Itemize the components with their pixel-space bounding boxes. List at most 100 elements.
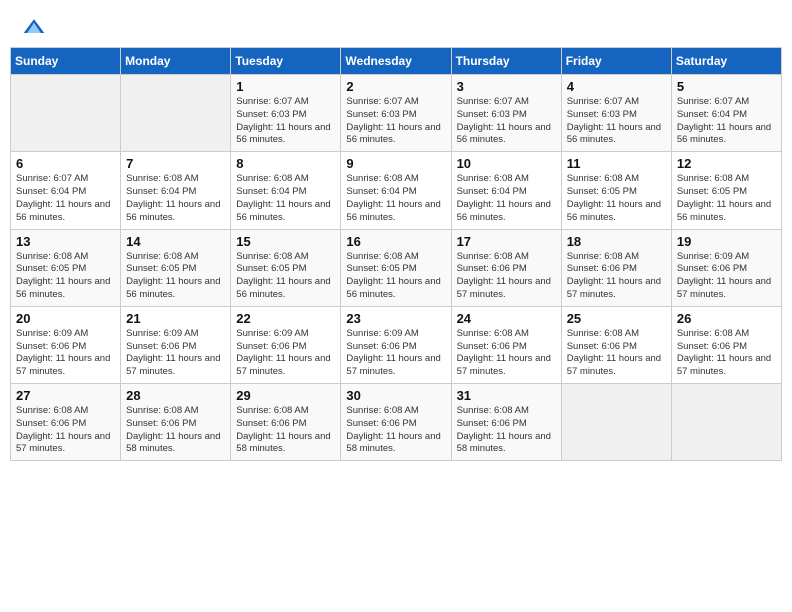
day-number: 28 [126, 388, 225, 403]
day-info: Sunrise: 6:07 AMSunset: 6:04 PMDaylight:… [16, 173, 115, 224]
calendar-cell: 14Sunrise: 6:08 AMSunset: 6:05 PMDayligh… [121, 229, 231, 306]
logo [22, 18, 50, 39]
calendar-cell: 10 Sunrise: 6:08 AMSunset: 6:04 PMDayligh… [451, 152, 561, 229]
day-number: 31 [457, 388, 556, 403]
day-of-week-header: Wednesday [341, 48, 451, 75]
day-info: Sunrise: 6:08 AMSunset: 6:06 PMDaylight:… [567, 251, 666, 302]
day-number: 14 [126, 234, 225, 249]
calendar-cell: 18 Sunrise: 6:08 AMSunset: 6:06 PMDayligh… [561, 229, 671, 306]
day-number: 8 [236, 156, 335, 171]
calendar-cell: 17 Sunrise: 6:08 AMSunset: 6:06 PMDayligh… [451, 229, 561, 306]
calendar-week-row: 20 Sunrise: 6:09 AMSunset: 6:06 PMDayligh… [11, 306, 782, 383]
calendar-cell: 7 Sunrise: 6:08 AMSunset: 6:04 PMDaylight… [121, 152, 231, 229]
day-info: Sunrise: 6:08 AMSunset: 6:05 PMDaylight:… [567, 173, 666, 224]
day-info: Sunrise: 6:08 AMSunset: 6:05 PMDaylight:… [346, 251, 445, 302]
calendar-cell: 25 Sunrise: 6:08 AMSunset: 6:06 PMDayligh… [561, 306, 671, 383]
calendar-week-row: 6 Sunrise: 6:07 AMSunset: 6:04 PMDaylight… [11, 152, 782, 229]
day-info: Sunrise: 6:08 AMSunset: 6:04 PMDaylight:… [126, 173, 225, 224]
day-info: Sunrise: 6:08 AMSunset: 6:05 PMDaylight:… [236, 251, 335, 302]
day-number: 7 [126, 156, 225, 171]
calendar-cell: 31Sunrise: 6:08 AMSunset: 6:06 PMDayligh… [451, 384, 561, 461]
calendar-cell: 27 Sunrise: 6:08 AMSunset: 6:06 PMDayligh… [11, 384, 121, 461]
day-of-week-header: Saturday [671, 48, 781, 75]
day-number: 9 [346, 156, 445, 171]
calendar-cell: 1Sunrise: 6:07 AMSunset: 6:03 PMDaylight… [231, 75, 341, 152]
day-info: Sunrise: 6:07 AMSunset: 6:04 PMDaylight:… [677, 96, 776, 147]
day-info: Sunrise: 6:09 AMSunset: 6:06 PMDaylight:… [16, 328, 115, 379]
day-info: Sunrise: 6:08 AMSunset: 6:06 PMDaylight:… [567, 328, 666, 379]
calendar-table: SundayMondayTuesdayWednesdayThursdayFrid… [10, 47, 782, 461]
day-number: 15 [236, 234, 335, 249]
day-info: Sunrise: 6:09 AMSunset: 6:06 PMDaylight:… [236, 328, 335, 379]
calendar-cell: 22 Sunrise: 6:09 AMSunset: 6:06 PMDayligh… [231, 306, 341, 383]
calendar-cell: 15 Sunrise: 6:08 AMSunset: 6:05 PMDayligh… [231, 229, 341, 306]
calendar-cell: 30 Sunrise: 6:08 AMSunset: 6:06 PMDayligh… [341, 384, 451, 461]
day-info: Sunrise: 6:08 AMSunset: 6:05 PMDaylight:… [677, 173, 776, 224]
day-info: Sunrise: 6:08 AMSunset: 6:06 PMDaylight:… [457, 328, 556, 379]
day-number: 6 [16, 156, 115, 171]
day-number: 18 [567, 234, 666, 249]
calendar-cell: 29Sunrise: 6:08 AMSunset: 6:06 PMDayligh… [231, 384, 341, 461]
calendar-cell: 2 Sunrise: 6:07 AMSunset: 6:03 PMDaylight… [341, 75, 451, 152]
day-number: 4 [567, 79, 666, 94]
day-info: Sunrise: 6:07 AMSunset: 6:03 PMDaylight:… [567, 96, 666, 147]
day-info: Sunrise: 6:08 AMSunset: 6:06 PMDaylight:… [346, 405, 445, 456]
calendar-cell: 8 Sunrise: 6:08 AMSunset: 6:04 PMDaylight… [231, 152, 341, 229]
day-info: Sunrise: 6:08 AMSunset: 6:06 PMDaylight:… [457, 251, 556, 302]
day-number: 26 [677, 311, 776, 326]
day-number: 25 [567, 311, 666, 326]
day-info: Sunrise: 6:08 AMSunset: 6:06 PMDaylight:… [126, 405, 225, 456]
calendar-cell: 19Sunrise: 6:09 AMSunset: 6:06 PMDayligh… [671, 229, 781, 306]
day-number: 12 [677, 156, 776, 171]
calendar-cell: 20 Sunrise: 6:09 AMSunset: 6:06 PMDayligh… [11, 306, 121, 383]
day-number: 5 [677, 79, 776, 94]
day-info: Sunrise: 6:08 AMSunset: 6:04 PMDaylight:… [346, 173, 445, 224]
calendar-cell [561, 384, 671, 461]
calendar-week-row: 13 Sunrise: 6:08 AMSunset: 6:05 PMDayligh… [11, 229, 782, 306]
calendar-week-row: 1 Sunrise: 6:07 AMSunset: 6:03 PMDaylight… [11, 75, 782, 152]
day-info: Sunrise: 6:08 AMSunset: 6:04 PMDaylight:… [457, 173, 556, 224]
calendar-cell: 12 Sunrise: 6:08 AMSunset: 6:05 PMDayligh… [671, 152, 781, 229]
day-info: Sunrise: 6:08 AMSunset: 6:04 PMDaylight:… [236, 173, 335, 224]
calendar-cell: 26 Sunrise: 6:08 AMSunset: 6:06 PMDayligh… [671, 306, 781, 383]
calendar-cell: 28 Sunrise: 6:08 AMSunset: 6:06 PMDayligh… [121, 384, 231, 461]
day-of-week-header: Thursday [451, 48, 561, 75]
day-of-week-header: Monday [121, 48, 231, 75]
day-number: 30 [346, 388, 445, 403]
calendar-cell: 6 Sunrise: 6:07 AMSunset: 6:04 PMDaylight… [11, 152, 121, 229]
day-number: 20 [16, 311, 115, 326]
day-info: Sunrise: 6:08 AMSunset: 6:06 PMDaylight:… [16, 405, 115, 456]
calendar-cell: 11 Sunrise: 6:08 AMSunset: 6:05 PMDayligh… [561, 152, 671, 229]
day-number: 1 [236, 79, 335, 94]
day-number: 27 [16, 388, 115, 403]
day-info: Sunrise: 6:08 AMSunset: 6:06 PMDaylight:… [677, 328, 776, 379]
day-info: Sunrise: 6:08 AMSunset: 6:06 PMDaylight:… [236, 405, 335, 456]
calendar-cell: 16 Sunrise: 6:08 AMSunset: 6:05 PMDayligh… [341, 229, 451, 306]
day-of-week-header: Friday [561, 48, 671, 75]
day-info: Sunrise: 6:07 AMSunset: 6:03 PMDaylight:… [346, 96, 445, 147]
day-number: 23 [346, 311, 445, 326]
day-number: 2 [346, 79, 445, 94]
day-of-week-header: Tuesday [231, 48, 341, 75]
day-number: 22 [236, 311, 335, 326]
calendar-cell: 4 Sunrise: 6:07 AMSunset: 6:03 PMDaylight… [561, 75, 671, 152]
day-number: 13 [16, 234, 115, 249]
day-number: 16 [346, 234, 445, 249]
day-number: 24 [457, 311, 556, 326]
day-number: 11 [567, 156, 666, 171]
day-info: Sunrise: 6:08 AMSunset: 6:05 PMDaylight:… [16, 251, 115, 302]
day-number: 3 [457, 79, 556, 94]
day-info: Sunrise: 6:09 AMSunset: 6:06 PMDaylight:… [677, 251, 776, 302]
page-header [10, 10, 782, 43]
calendar-week-row: 27 Sunrise: 6:08 AMSunset: 6:06 PMDayligh… [11, 384, 782, 461]
calendar-cell: 21Sunrise: 6:09 AMSunset: 6:06 PMDayligh… [121, 306, 231, 383]
day-of-week-header: Sunday [11, 48, 121, 75]
day-number: 21 [126, 311, 225, 326]
day-number: 17 [457, 234, 556, 249]
calendar-cell: 5 Sunrise: 6:07 AMSunset: 6:04 PMDaylight… [671, 75, 781, 152]
calendar-cell: 23Sunrise: 6:09 AMSunset: 6:06 PMDayligh… [341, 306, 451, 383]
calendar-cell: 9 Sunrise: 6:08 AMSunset: 6:04 PMDaylight… [341, 152, 451, 229]
day-info: Sunrise: 6:07 AMSunset: 6:03 PMDaylight:… [457, 96, 556, 147]
day-number: 10 [457, 156, 556, 171]
logo-icon [22, 17, 46, 37]
